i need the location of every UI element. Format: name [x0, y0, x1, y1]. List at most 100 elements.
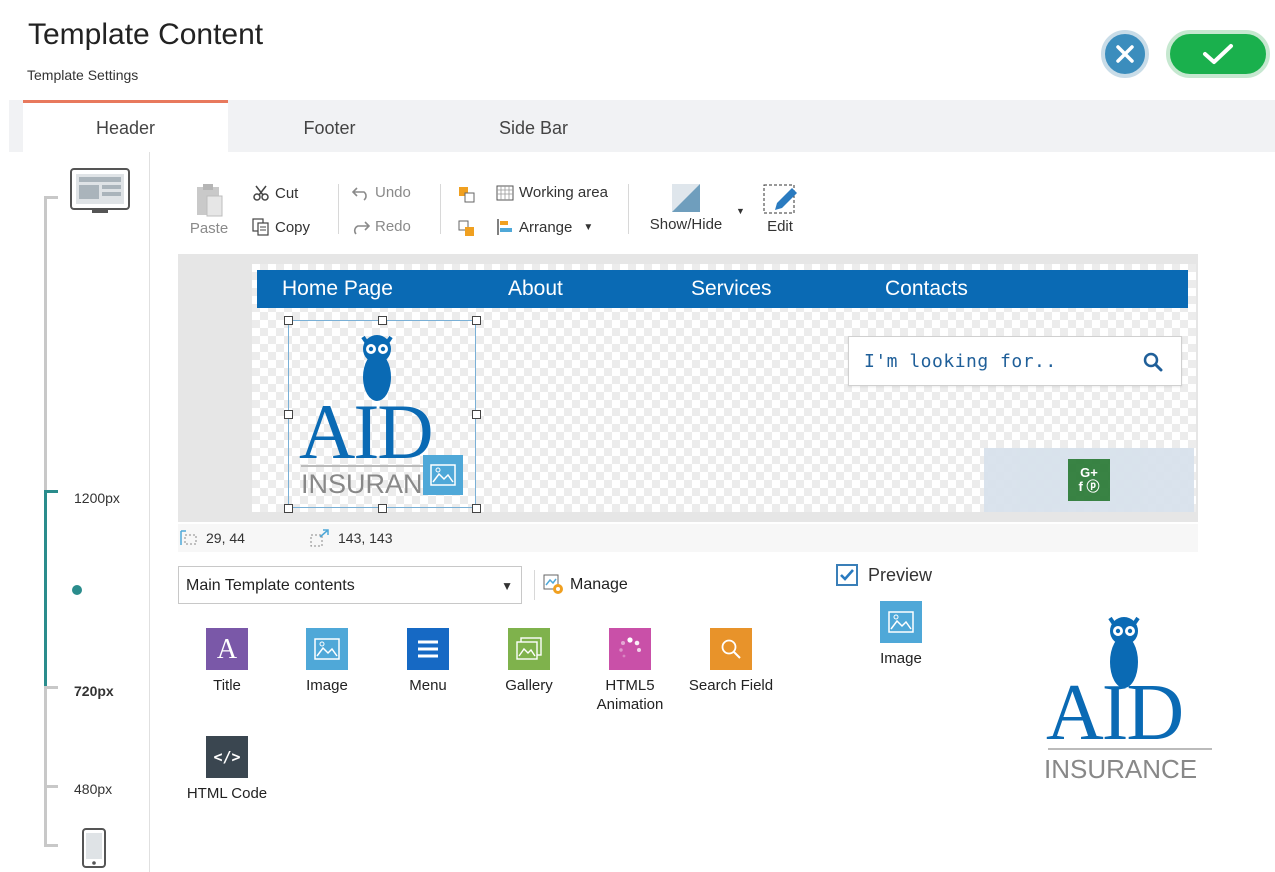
breakpoint-720-label[interactable]: 720px: [74, 683, 114, 699]
design-canvas[interactable]: Home Page About Services Contacts AID IN…: [178, 254, 1198, 522]
breakpoint-1200-label[interactable]: 1200px: [74, 490, 120, 506]
checkbox[interactable]: [836, 564, 858, 586]
edit-button[interactable]: Edit: [758, 182, 802, 235]
copy-icon: [252, 218, 269, 236]
tab-side-bar[interactable]: Side Bar: [431, 100, 636, 152]
toolbar: Paste Cut Copy Undo Redo Working area Ar…: [178, 170, 1198, 250]
widget-html-code[interactable]: </> HTML Code: [182, 736, 272, 803]
preview-type-label: Image: [880, 650, 922, 667]
image-icon: [880, 601, 922, 643]
coordinates-bar: 29, 44 143, 143: [178, 524, 1198, 552]
tab-header[interactable]: Header: [23, 100, 228, 152]
nav-services[interactable]: Services: [691, 270, 772, 308]
cancel-button[interactable]: [1101, 30, 1149, 78]
widget-image[interactable]: Image: [282, 628, 372, 695]
paste-button[interactable]: Paste: [186, 182, 232, 237]
paste-icon: [197, 184, 223, 217]
google-plus-icon: G+: [1080, 465, 1098, 480]
grid-icon: [496, 185, 514, 200]
position-icon: [180, 530, 197, 545]
preview-type-image[interactable]: Image: [856, 601, 946, 668]
arrange-label: Arrange: [519, 218, 573, 236]
widget-html5-animation-label: HTML5 Animation: [596, 677, 664, 713]
widget-menu-label: Menu: [409, 677, 447, 694]
search-icon: [710, 628, 752, 670]
size-value: 143, 143: [338, 530, 393, 546]
nav-bar[interactable]: Home Page About Services Contacts: [257, 270, 1188, 308]
show-hide-dropdown-icon[interactable]: ▼: [736, 206, 745, 216]
manage-icon: [543, 574, 563, 594]
widget-image-label: Image: [306, 677, 348, 694]
widget-gallery-label: Gallery: [505, 677, 553, 694]
preview-label: Preview: [868, 564, 933, 585]
redo-label: Redo: [375, 218, 411, 235]
social-icons[interactable]: G+ f ⓟ: [1068, 459, 1110, 501]
send-backward-icon[interactable]: [458, 220, 476, 238]
manage-label: Manage: [570, 576, 628, 593]
mobile-icon[interactable]: [82, 828, 106, 868]
size-icon: [310, 529, 329, 547]
arrange-icon: [497, 219, 512, 235]
copy-button[interactable]: Copy: [252, 218, 310, 236]
checkmark-icon: [840, 569, 854, 581]
nav-contacts[interactable]: Contacts: [885, 270, 968, 308]
page-preview: Home Page About Services Contacts AID IN…: [252, 264, 1196, 513]
title-icon: A: [206, 628, 248, 670]
menu-icon: [407, 628, 449, 670]
search-icon[interactable]: [1143, 352, 1163, 372]
nav-about[interactable]: About: [508, 270, 563, 308]
widget-search-field[interactable]: Search Field: [686, 628, 776, 695]
widget-title-label: Title: [213, 677, 241, 694]
widget-html5-animation[interactable]: HTML5 Animation: [585, 628, 675, 714]
search-placeholder: I'm looking for..: [864, 351, 1057, 372]
template-contents-select[interactable]: Main Template contents ▼: [178, 566, 522, 604]
working-area-button[interactable]: Working area: [496, 184, 608, 201]
breakpoint-480-label[interactable]: 480px: [74, 781, 112, 797]
close-icon: [1116, 45, 1134, 63]
chevron-down-icon: ▼: [583, 221, 594, 233]
logo-image-selected[interactable]: AID INSURANCE: [284, 316, 481, 513]
confirm-button[interactable]: [1166, 30, 1270, 78]
preview-checkbox[interactable]: Preview: [836, 564, 932, 586]
bring-forward-icon[interactable]: [458, 186, 476, 204]
working-area-label: Working area: [519, 184, 608, 201]
facebook-pinterest-icon: f ⓟ: [1078, 479, 1100, 494]
desktop-icon[interactable]: [70, 168, 130, 216]
search-field-widget[interactable]: I'm looking for..: [848, 336, 1182, 386]
scissors-icon: [253, 185, 269, 201]
social-widget-area[interactable]: G+ f ⓟ: [984, 448, 1194, 512]
paste-label: Paste: [189, 220, 229, 237]
preview-logo-text-insurance: INSURANCE: [1044, 754, 1198, 784]
checkmark-icon: [1203, 44, 1233, 64]
animation-icon: [609, 628, 651, 670]
preview-logo-text-aid: AID: [1046, 669, 1184, 757]
position-value: 29, 44: [206, 530, 245, 546]
show-hide-button[interactable]: Show/Hide: [644, 182, 728, 233]
select-value: Main Template contents: [186, 577, 355, 594]
tab-bar: Header Footer Side Bar: [9, 100, 1275, 152]
top-bar: Template Content Template Settings: [0, 0, 1275, 100]
widget-gallery[interactable]: Gallery: [484, 628, 574, 695]
undo-icon: [352, 186, 367, 201]
preview-logo: AID INSURANCE: [1040, 608, 1220, 798]
widget-title[interactable]: A Title: [182, 628, 272, 695]
cut-label: Cut: [275, 184, 299, 202]
arrange-dropdown[interactable]: Arrange ▼: [496, 218, 593, 236]
copy-label: Copy: [275, 218, 311, 236]
nav-home-page[interactable]: Home Page: [282, 270, 393, 308]
cut-button[interactable]: Cut: [252, 184, 298, 202]
logo-text-aid: AID: [299, 388, 434, 475]
redo-icon: [353, 220, 370, 235]
edit-label: Edit: [767, 218, 793, 235]
active-breakpoint-dot[interactable]: [72, 585, 82, 595]
manage-button[interactable]: Manage: [534, 570, 628, 600]
gallery-icon: [508, 628, 550, 670]
tab-footer[interactable]: Footer: [227, 100, 432, 152]
redo-button[interactable]: Redo: [352, 218, 411, 235]
image-icon: [306, 628, 348, 670]
page-title: Template Content: [28, 18, 264, 51]
undo-button[interactable]: Undo: [352, 184, 411, 201]
logo-text-insurance: INSURANCE: [301, 469, 425, 499]
widget-menu[interactable]: Menu: [383, 628, 473, 695]
breakpoint-rail: 1200px 720px 480px: [0, 152, 150, 872]
